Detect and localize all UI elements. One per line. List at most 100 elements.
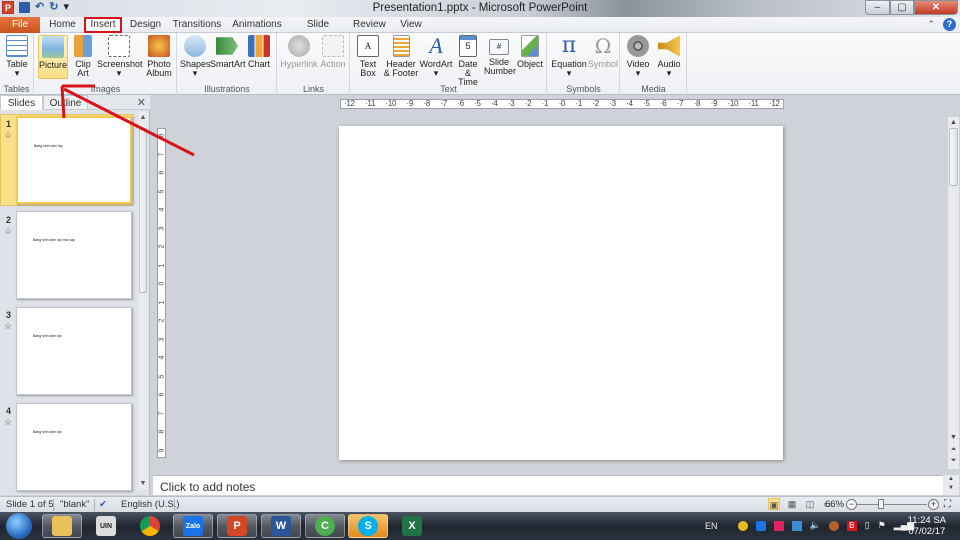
battery-icon[interactable]: ▯ (865, 520, 870, 531)
ruler-tick-label: 7 (158, 411, 165, 416)
tab-outline[interactable]: Outline (43, 95, 88, 110)
tab-slide-show[interactable]: Slide Show (293, 17, 343, 46)
scrollbar-thumb[interactable] (139, 128, 147, 293)
object-button[interactable]: Object (515, 35, 545, 69)
fit-to-window-icon[interactable]: ⛶ (944, 499, 951, 510)
taskbar-excel[interactable]: X (392, 514, 432, 538)
tab-insert[interactable]: Insert (84, 17, 122, 33)
notes-pane[interactable]: Click to add notes (153, 475, 943, 495)
header-footer-button[interactable]: Header & Footer (383, 35, 419, 78)
zoom-out-button[interactable]: − (846, 499, 857, 510)
taskbar-zalo[interactable]: Zalo (173, 514, 213, 538)
minimize-button[interactable]: – (865, 0, 890, 15)
action-button[interactable]: Action (318, 35, 348, 69)
text-box-button[interactable]: A Text Box (354, 35, 382, 78)
v-tray-icon[interactable] (773, 520, 784, 531)
scroll-down-icon[interactable]: ▼ (138, 480, 148, 490)
equation-button[interactable]: π Equation ▾ (550, 35, 588, 78)
slide-number-button[interactable]: # Slide Number (483, 35, 516, 76)
tray-app-icon[interactable] (828, 520, 839, 531)
tab-design[interactable]: Design (128, 17, 163, 33)
scroll-up-icon[interactable]: ▲ (948, 118, 959, 127)
zalo-tray-icon[interactable] (755, 520, 766, 531)
ruler-tick-label: ·4 (491, 99, 498, 108)
slide-number-icon: # (489, 39, 509, 55)
action-center-flag-icon[interactable]: ⚑ (878, 520, 886, 531)
table-button[interactable]: Table ▾ (3, 35, 31, 78)
pi-icon: π (561, 33, 577, 58)
slides-pane-scrollbar[interactable]: ▲ ▼ (138, 112, 148, 490)
picture-icon (42, 36, 64, 58)
volume-icon[interactable]: 🔈 (810, 520, 821, 531)
next-slide-icon[interactable]: ⏷ (948, 456, 959, 465)
slide-thumbnail-2[interactable]: Bang sinh vien lop moi cap (16, 211, 132, 299)
tab-transitions[interactable]: Transitions (172, 17, 222, 33)
app-tray-icon[interactable] (791, 520, 802, 531)
zoom-level[interactable]: 66% (825, 499, 844, 510)
picture-button[interactable]: Picture (38, 35, 68, 79)
symbol-button[interactable]: Ω Symbol (588, 35, 618, 69)
taskbar-skype[interactable]: S (348, 514, 388, 538)
tab-home[interactable]: Home (45, 17, 80, 33)
language-indicator[interactable]: English (U.S.) (121, 499, 180, 510)
slide-thumbnail-4[interactable]: Bang sinh vien lop (16, 403, 132, 491)
system-clock[interactable]: 11:24 SA 07/02/17 (908, 515, 946, 537)
slide-thumbnail-1[interactable]: Bang sinh vien lop (16, 116, 132, 204)
theme-name[interactable]: "blank" (60, 499, 89, 510)
taskbar-coccoc[interactable]: C (305, 514, 345, 538)
tab-slides[interactable]: Slides (0, 95, 43, 110)
scroll-down-icon[interactable]: ▼ (948, 433, 959, 442)
coccoc-icon: C (315, 516, 335, 536)
zoom-in-button[interactable]: + (928, 499, 939, 510)
tab-animations[interactable]: Animations (232, 17, 282, 33)
maximize-button[interactable]: ▢ (890, 0, 914, 15)
editor-scrollbar[interactable]: ▲ ▼ ⏶ ⏷ (948, 117, 959, 469)
taskbar-unikey[interactable]: UIN (86, 514, 126, 538)
audio-button[interactable]: Audio ▾ (654, 35, 684, 78)
b-tray-icon[interactable]: B (846, 520, 857, 531)
help-icon[interactable]: ? (943, 18, 956, 31)
taskbar-word[interactable]: W (261, 514, 301, 538)
normal-view-icon[interactable]: ▣ (768, 498, 780, 510)
slide-sorter-view-icon[interactable]: ▦ (786, 498, 798, 510)
notification-icon[interactable] (737, 520, 748, 531)
taskbar-chrome[interactable] (130, 514, 170, 538)
taskbar-powerpoint[interactable]: P (217, 514, 257, 538)
photo-album-button[interactable]: Photo Album (141, 35, 177, 78)
taskbar-file-explorer[interactable] (42, 514, 82, 538)
slide-thumbnail-3[interactable]: Bang sinh vien lop (16, 307, 132, 395)
minimize-ribbon-icon[interactable]: ⌃ (927, 19, 935, 30)
language-indicator[interactable]: EN (705, 521, 718, 531)
ruler-tick-label: ·6 (457, 99, 464, 108)
hyperlink-button[interactable]: Hyperlink (280, 35, 318, 69)
group-links: Hyperlink Action Links (278, 33, 350, 95)
close-pane-icon[interactable]: ✕ (137, 96, 146, 109)
reading-view-icon[interactable]: ◫ (804, 498, 816, 510)
scrollbar-thumb[interactable] (949, 128, 958, 186)
zoom-slider[interactable] (857, 504, 927, 505)
notes-scrollbar[interactable]: ▲ ▼ (943, 475, 959, 495)
screenshot-button[interactable]: Screenshot ▾ (97, 35, 143, 78)
ruler-tick-label: ·6 (659, 99, 667, 108)
video-button[interactable]: Video ▾ (623, 35, 653, 78)
tab-view[interactable]: View (397, 17, 425, 33)
tab-file[interactable]: File (0, 17, 40, 33)
tab-review[interactable]: Review (353, 17, 386, 33)
smartart-button[interactable]: SmartArt (210, 35, 246, 69)
group-symbols: π Equation ▾ Ω Symbol Symbols (548, 33, 620, 95)
zoom-slider-handle[interactable] (878, 499, 884, 509)
spell-check-icon[interactable]: ✔ (99, 499, 107, 510)
ruler-tick-label: ·8 (693, 99, 701, 108)
ruler-tick-label: 5 (158, 189, 165, 193)
start-button[interactable] (6, 513, 32, 539)
close-button[interactable]: ✕ (914, 0, 958, 15)
clock-time: 11:24 SA (907, 515, 946, 526)
chart-button[interactable]: Chart (245, 35, 273, 69)
wordart-button[interactable]: A WordArt ▾ (419, 35, 453, 78)
scroll-up-icon[interactable]: ▲ (138, 114, 148, 124)
previous-slide-icon[interactable]: ⏶ (948, 445, 959, 454)
date-time-button[interactable]: 5 Date & Time (454, 35, 482, 87)
clip-art-button[interactable]: Clip Art (71, 35, 95, 78)
slide-canvas[interactable] (339, 126, 783, 460)
shapes-button[interactable]: Shapes ▾ (180, 35, 211, 78)
